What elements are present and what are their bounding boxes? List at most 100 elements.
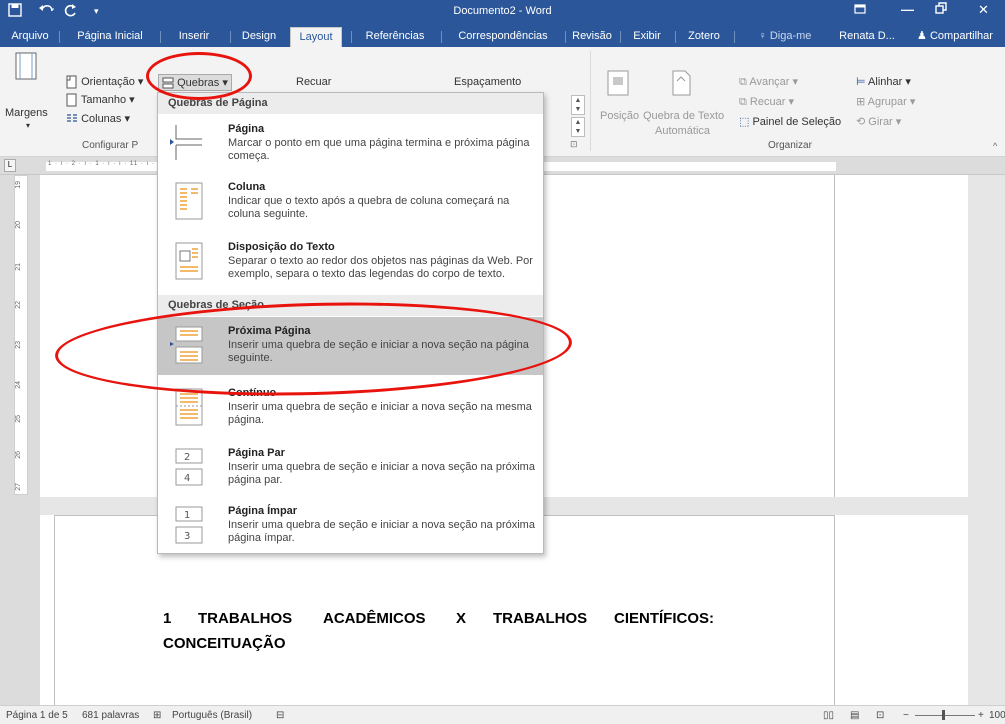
selection-pane-label: Painel de Seleção: [752, 116, 842, 128]
restore-icon[interactable]: [935, 2, 947, 17]
heading-number[interactable]: 1: [163, 610, 171, 627]
spacing-after-spinner[interactable]: ▲ ▼: [571, 117, 585, 137]
menu-item-pagina-par[interactable]: 24 Página Par Inserir uma quebra de seçã…: [158, 439, 543, 497]
menu-item-pagina[interactable]: Página Marcar o ponto em que uma página …: [158, 115, 543, 173]
tab-revisao[interactable]: Revisão: [567, 27, 617, 47]
heading-word[interactable]: CIENTÍFICOS:: [614, 610, 714, 627]
orientation-label: Orientação: [81, 76, 135, 88]
page-break-icon: [170, 123, 204, 160]
user-account[interactable]: Renata D...: [834, 27, 900, 47]
heading-word[interactable]: TRABALHOS: [493, 610, 587, 627]
zoom-in-icon[interactable]: +: [978, 710, 984, 721]
vruler-tick: 19: [15, 181, 22, 189]
tab-layout[interactable]: Layout: [290, 27, 342, 47]
even-page-break-icon: 24: [170, 447, 204, 486]
close-icon[interactable]: ✕: [978, 2, 989, 18]
group-separator: [590, 51, 591, 151]
heading-word[interactable]: TRABALHOS: [198, 610, 292, 627]
group-label-configurar: Configurar P: [82, 140, 139, 151]
tab-separator: [734, 31, 735, 43]
align-label: Alinhar: [868, 76, 903, 88]
vruler-tick: 23: [15, 341, 22, 349]
position-button[interactable]: Posição: [600, 110, 639, 122]
send-backward-icon: ⧉: [739, 96, 747, 108]
wrap-text-icon[interactable]: [669, 69, 693, 100]
tab-inserir[interactable]: Inserir: [162, 27, 226, 47]
word-count[interactable]: 681 palavras: [82, 710, 139, 721]
tab-correspondencias[interactable]: Correspondências: [444, 27, 562, 47]
zoom-slider-thumb[interactable]: [942, 710, 945, 720]
rotate-button[interactable]: ⟲ Girar ▾: [856, 115, 901, 128]
menu-item-pagina-impar[interactable]: 13 Página Ímpar Inserir uma quebra de se…: [158, 497, 543, 553]
heading-line-2[interactable]: CONCEITUAÇÃO: [163, 635, 286, 652]
ribbon-display-icon[interactable]: [853, 2, 867, 19]
position-icon[interactable]: [606, 69, 630, 100]
align-icon: ⊨: [856, 76, 866, 88]
minimize-icon[interactable]: —: [901, 2, 914, 17]
menu-item-desc: Inserir uma quebra de seção e iniciar a …: [228, 461, 535, 486]
orientation-button[interactable]: Orientação ▾: [66, 75, 143, 89]
vruler-tick: 22: [15, 301, 22, 309]
tab-arquivo[interactable]: Arquivo: [2, 27, 58, 47]
language[interactable]: Português (Brasil): [172, 710, 252, 721]
menu-item-title: Coluna: [228, 181, 266, 193]
tab-separator: [675, 31, 676, 43]
margins-button[interactable]: Margens: [5, 107, 48, 119]
column-break-icon: [170, 181, 204, 220]
size-label: Tamanho: [80, 94, 127, 106]
menu-item-desc: Indicar que o texto após a quebra de col…: [228, 195, 510, 220]
menu-item-coluna[interactable]: Coluna Indicar que o texto após a quebra…: [158, 173, 543, 233]
tab-design[interactable]: Design: [233, 27, 285, 47]
rotate-label: Girar: [868, 116, 893, 128]
vruler-tick: 21: [15, 263, 22, 271]
tab-zotero[interactable]: Zotero: [678, 27, 730, 47]
zoom-level[interactable]: 100%: [989, 710, 1005, 721]
svg-text:2: 2: [184, 452, 190, 463]
read-mode-icon[interactable]: ▯▯: [823, 710, 834, 721]
share-button[interactable]: ♟ Compartilhar: [906, 27, 1004, 47]
print-layout-icon[interactable]: ▤: [850, 710, 859, 721]
tab-pagina-inicial[interactable]: Página Inicial: [62, 27, 158, 47]
svg-text:1: 1: [184, 510, 190, 521]
align-button[interactable]: ⊨ Alinhar ▾: [856, 75, 911, 88]
vertical-ruler[interactable]: 19 20 21 22 23 24 25 26 27: [0, 175, 40, 705]
web-layout-icon[interactable]: ⊡: [876, 710, 884, 721]
heading-word[interactable]: X: [456, 610, 466, 627]
heading-word[interactable]: ACADÊMICOS: [323, 610, 426, 627]
tab-selector[interactable]: L: [4, 159, 16, 172]
group-button[interactable]: ⊞ Agrupar ▾: [856, 95, 915, 108]
selection-pane-button[interactable]: ⬚ Painel de Seleção: [739, 115, 841, 128]
annotation-oval-quebras: [146, 52, 252, 100]
margins-icon[interactable]: [14, 51, 38, 84]
collapse-ribbon-icon[interactable]: ^: [993, 141, 997, 151]
tab-referencias[interactable]: Referências: [354, 27, 436, 47]
margin-guide: [834, 175, 835, 497]
wrap-text-label-1[interactable]: Quebra de Texto: [643, 110, 724, 122]
zoom-out-icon[interactable]: −: [903, 710, 909, 721]
wrap-text-label-2[interactable]: Automática: [655, 125, 710, 137]
macro-icon[interactable]: ⊟: [276, 710, 284, 721]
svg-text:3: 3: [184, 531, 190, 542]
tab-separator: [160, 31, 161, 43]
dialog-launcher-icon[interactable]: ⊡: [570, 139, 578, 150]
send-backward-button[interactable]: ⧉ Recuar ▾: [739, 95, 794, 109]
ribbon-tabs: Arquivo Página Inicial Inserir Design La…: [0, 23, 1005, 47]
menu-item-disposicao-texto[interactable]: Disposição do Texto Separar o texto ao r…: [158, 233, 543, 293]
zoom-slider[interactable]: [915, 715, 975, 716]
menu-item-title: Página Ímpar: [228, 505, 298, 517]
size-button[interactable]: Tamanho ▾: [66, 93, 135, 107]
bring-forward-icon: ⧉: [739, 76, 747, 88]
page-count[interactable]: Página 1 de 5: [6, 710, 68, 721]
tab-exibir[interactable]: Exibir: [623, 27, 671, 47]
tab-separator: [230, 31, 231, 43]
columns-button[interactable]: Colunas ▾: [66, 112, 130, 125]
tell-me-box[interactable]: ♀ Diga-me: [744, 27, 826, 47]
bring-forward-button[interactable]: ⧉ Avançar ▾: [739, 75, 798, 89]
menu-item-desc: Inserir uma quebra de seção e iniciar a …: [228, 401, 532, 426]
bring-forward-label: Avançar: [749, 76, 790, 88]
spacing-before-spinner[interactable]: ▲ ▼: [571, 95, 585, 115]
tab-separator: [620, 31, 621, 43]
selection-pane-icon: ⬚: [739, 116, 750, 128]
proofing-icon[interactable]: ⊞: [153, 710, 161, 721]
tab-separator: [565, 31, 566, 43]
